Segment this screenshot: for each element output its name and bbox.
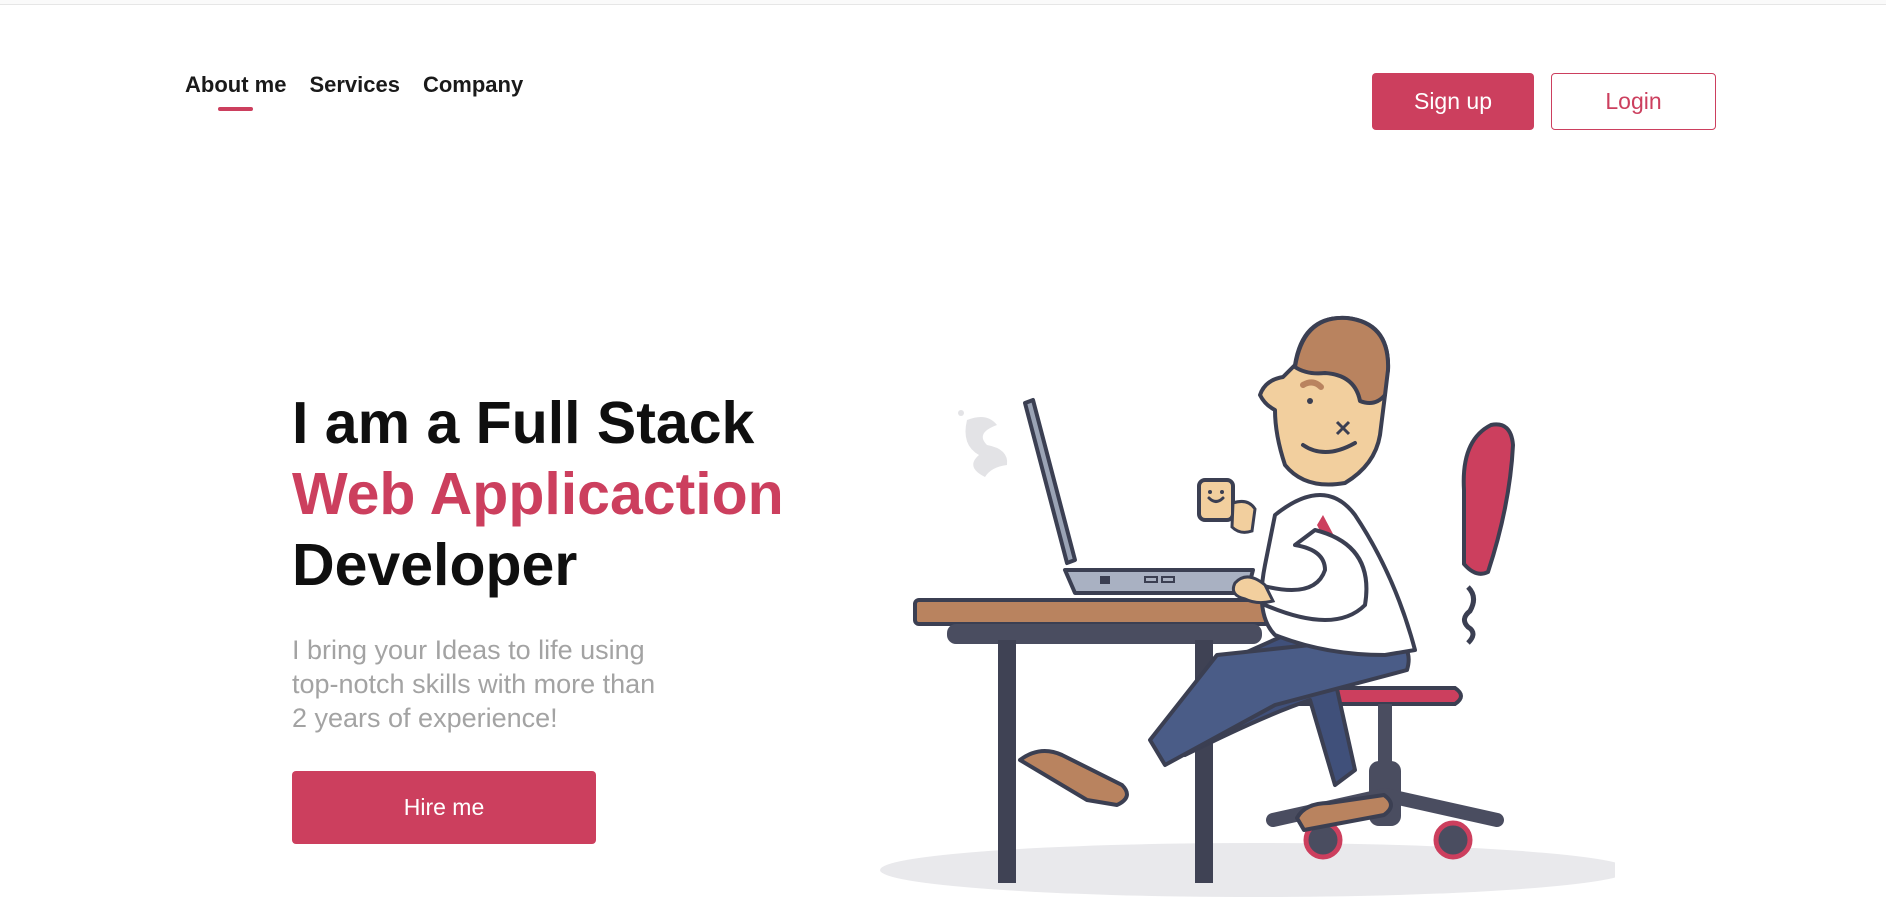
hero-headline: I am a Full Stack Web Applicaction Devel… [292,388,784,601]
hero-section: I am a Full Stack Web Applicaction Devel… [292,388,784,735]
hire-me-button[interactable]: Hire me [292,771,596,844]
nav-item-about-me[interactable]: About me [185,72,286,111]
login-button[interactable]: Login [1551,73,1716,130]
headline-line-3: Developer [292,532,578,598]
description-line-1: I bring your Ideas to life using [292,635,645,665]
developer-illustration [880,315,1615,897]
nav-item-services[interactable]: Services [309,72,400,98]
main-nav: About me Services Company [185,72,523,111]
nav-item-company[interactable]: Company [423,72,523,98]
headline-line-2: Web Applicaction [292,461,784,527]
description-line-2: top-notch skills with more than [292,669,656,699]
signup-button[interactable]: Sign up [1372,73,1534,130]
hero-description: I bring your Ideas to life using top-not… [292,633,752,735]
description-line-3: 2 years of experience! [292,703,558,733]
headline-line-1: I am a Full Stack [292,390,755,456]
top-border [0,0,1886,5]
